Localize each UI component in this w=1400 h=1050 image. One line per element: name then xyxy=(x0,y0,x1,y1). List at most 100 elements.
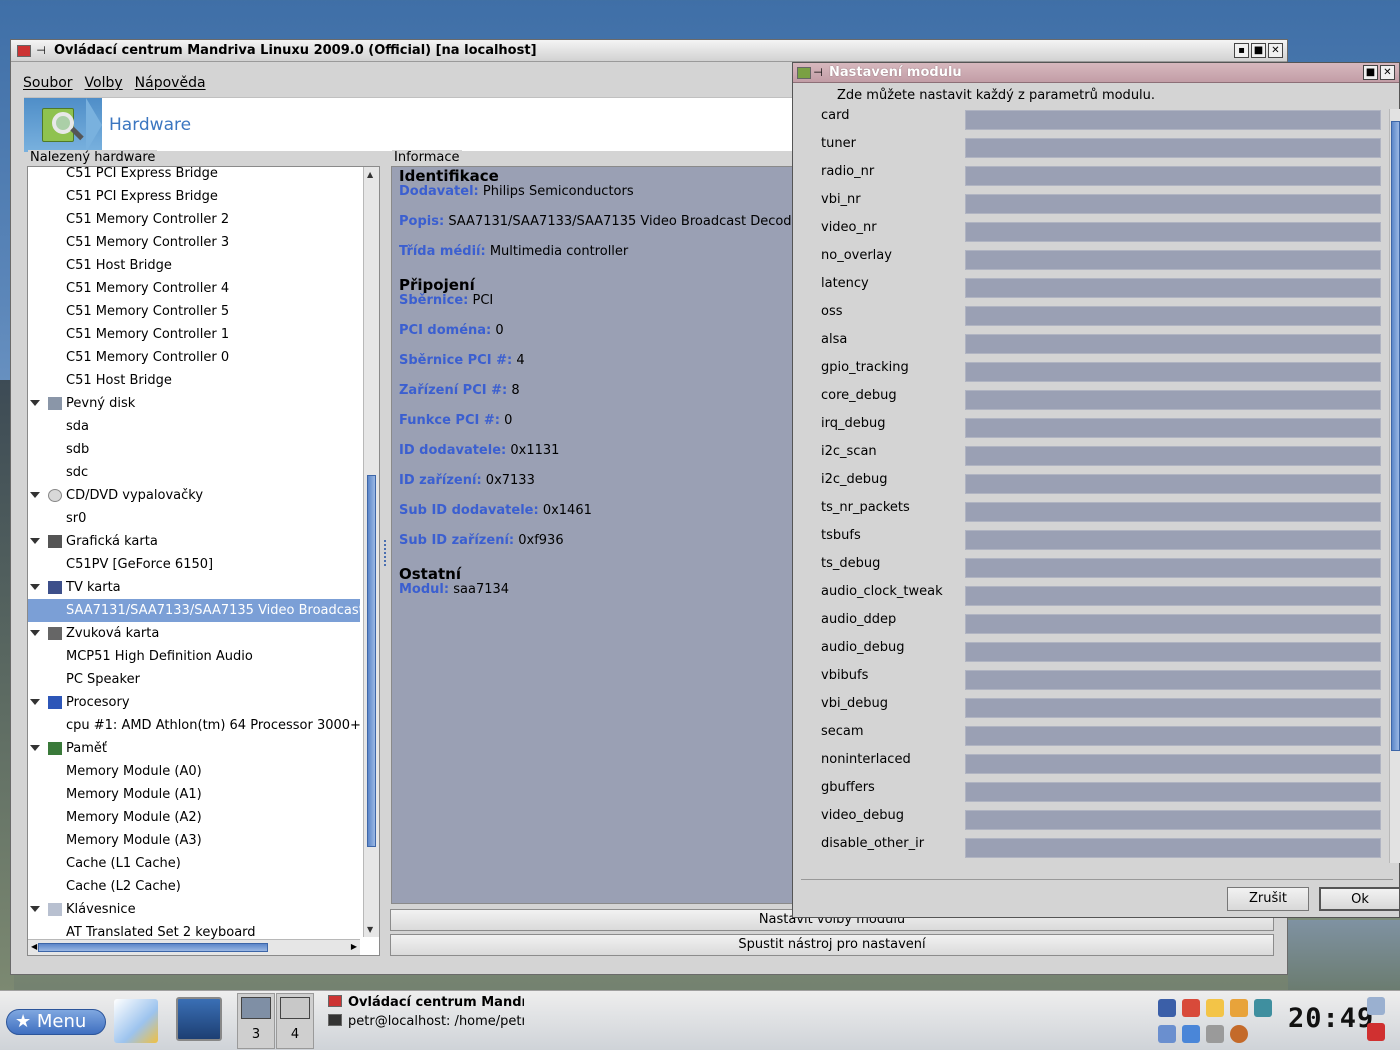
param-input-oss[interactable] xyxy=(965,306,1381,326)
close-button[interactable]: ✕ xyxy=(1268,43,1283,58)
scroll-down-arrow-icon[interactable]: ▼ xyxy=(367,925,373,934)
scroll-right-arrow-icon[interactable]: ▶ xyxy=(351,942,357,951)
app-menu-icon[interactable] xyxy=(17,44,31,57)
tree-item[interactable]: C51 Memory Controller 3 xyxy=(28,231,360,254)
tree-item[interactable]: C51 Memory Controller 1 xyxy=(28,323,360,346)
pane-splitter[interactable] xyxy=(384,540,388,566)
tree-item[interactable]: Cache (L2 Cache) xyxy=(28,875,360,898)
param-input-core_debug[interactable] xyxy=(965,390,1381,410)
start-menu-button[interactable]: ★ Menu xyxy=(6,1009,106,1035)
updates-tray-icon[interactable] xyxy=(1182,999,1200,1017)
expand-arrow-icon[interactable] xyxy=(30,906,40,912)
tree-item[interactable]: C51 PCI Express Bridge xyxy=(28,185,360,208)
tree-category[interactable]: TV karta xyxy=(28,576,360,599)
param-input-latency[interactable] xyxy=(965,278,1381,298)
dialog-pin-icon[interactable]: ⊣ xyxy=(811,66,825,79)
tree-vertical-scrollbar[interactable]: ▲ ▼ xyxy=(363,167,379,937)
tree-hscroll-thumb[interactable] xyxy=(38,943,268,952)
scroll-up-arrow-icon[interactable]: ▲ xyxy=(367,170,373,179)
scroll-left-arrow-icon[interactable]: ◀ xyxy=(31,942,37,951)
tree-scroll-thumb[interactable] xyxy=(367,475,376,847)
expand-arrow-icon[interactable] xyxy=(30,538,40,544)
tree-item[interactable]: C51 Memory Controller 5 xyxy=(28,300,360,323)
hardware-tree[interactable]: C51 PCI Express Bridge C51 PCI Express Br… xyxy=(27,166,380,956)
main-titlebar[interactable]: ⊣ Ovládací centrum Mandriva Linuxu 2009.… xyxy=(11,40,1287,62)
param-input-video_debug[interactable] xyxy=(965,810,1381,830)
notes-tray-icon[interactable] xyxy=(1206,999,1224,1017)
tree-category[interactable]: CD/DVD vypalovačky xyxy=(28,484,360,507)
param-input-radio_nr[interactable] xyxy=(965,166,1381,186)
coffee-tray-icon[interactable] xyxy=(1230,1025,1248,1043)
settings-tray-icon[interactable] xyxy=(1206,1025,1224,1043)
expand-arrow-icon[interactable] xyxy=(30,400,40,406)
control-center-launcher-icon[interactable] xyxy=(176,997,222,1041)
menu-volby[interactable]: Volby xyxy=(85,75,123,91)
expand-arrow-icon[interactable] xyxy=(30,492,40,498)
tree-item[interactable]: C51 Host Bridge xyxy=(28,369,360,392)
tree-item[interactable]: PC Speaker xyxy=(28,668,360,691)
tree-category[interactable]: Procesory xyxy=(28,691,360,714)
param-input-vbi_debug[interactable] xyxy=(965,698,1381,718)
tree-item[interactable]: Cache (L1 Cache) xyxy=(28,852,360,875)
param-input-audio_ddep[interactable] xyxy=(965,614,1381,634)
task-terminal[interactable]: petr@localhost: /home/petr xyxy=(328,1014,524,1029)
dialog-app-icon[interactable] xyxy=(797,66,811,79)
dialog-titlebar[interactable]: ⊣ Nastavení modulu ■ ✕ xyxy=(793,63,1399,83)
expand-arrow-icon[interactable] xyxy=(30,630,40,636)
tree-item[interactable]: sr0 xyxy=(28,507,360,530)
param-input-i2c_scan[interactable] xyxy=(965,446,1381,466)
tree-item[interactable]: C51 Host Bridge xyxy=(28,254,360,277)
tree-item[interactable]: sdb xyxy=(28,438,360,461)
dialog-close-button[interactable]: ✕ xyxy=(1380,65,1395,80)
clock[interactable]: 20:49 xyxy=(1288,1003,1374,1034)
tree-item[interactable]: C51 Memory Controller 0 xyxy=(28,346,360,369)
expand-arrow-icon[interactable] xyxy=(30,745,40,751)
param-input-irq_debug[interactable] xyxy=(965,418,1381,438)
lock-screen-icon[interactable] xyxy=(1367,997,1385,1015)
tray-app-icon[interactable] xyxy=(1230,999,1248,1017)
volume-tray-icon[interactable] xyxy=(1158,1025,1176,1043)
dialog-scroll-thumb[interactable] xyxy=(1391,121,1400,751)
logout-icon[interactable] xyxy=(1367,1023,1385,1041)
param-input-no_overlay[interactable] xyxy=(965,250,1381,270)
tree-item[interactable]: C51 PCI Express Bridge xyxy=(28,167,360,185)
param-input-video_nr[interactable] xyxy=(965,222,1381,242)
pin-icon[interactable]: ⊣ xyxy=(34,44,48,57)
param-input-ts_debug[interactable] xyxy=(965,558,1381,578)
maximize-button[interactable]: ■ xyxy=(1251,43,1266,58)
param-input-noninterlaced[interactable] xyxy=(965,754,1381,774)
tree-category[interactable]: Zvuková karta xyxy=(28,622,360,645)
menu-napoveda[interactable]: Nápověda xyxy=(135,75,206,91)
cancel-button[interactable]: Zrušit xyxy=(1227,887,1309,911)
tree-item[interactable]: C51 Memory Controller 4 xyxy=(28,277,360,300)
param-input-tuner[interactable] xyxy=(965,138,1381,158)
param-input-card[interactable] xyxy=(965,110,1381,130)
param-input-vbibufs[interactable] xyxy=(965,670,1381,690)
network-tray-icon[interactable] xyxy=(1158,999,1176,1017)
pager-desktop-4[interactable]: 4 xyxy=(276,993,314,1049)
tree-category[interactable]: Paměť xyxy=(28,737,360,760)
tree-item[interactable]: Memory Module (A0) xyxy=(28,760,360,783)
download-tray-icon[interactable] xyxy=(1182,1025,1200,1043)
param-input-vbi_nr[interactable] xyxy=(965,194,1381,214)
tree-category[interactable]: Pevný disk xyxy=(28,392,360,415)
param-input-audio_clock_tweak[interactable] xyxy=(965,586,1381,606)
tree-item[interactable]: MCP51 High Definition Audio xyxy=(28,645,360,668)
param-input-audio_debug[interactable] xyxy=(965,642,1381,662)
tree-item[interactable]: Memory Module (A2) xyxy=(28,806,360,829)
ok-button[interactable]: Ok xyxy=(1319,887,1400,911)
menu-soubor[interactable]: Soubor xyxy=(23,75,73,91)
param-input-alsa[interactable] xyxy=(965,334,1381,354)
tree-category[interactable]: Grafická karta xyxy=(28,530,360,553)
expand-arrow-icon[interactable] xyxy=(30,699,40,705)
desktop-launcher-icon[interactable] xyxy=(114,999,158,1043)
param-input-disable_other_ir[interactable] xyxy=(965,838,1381,858)
display-tray-icon[interactable] xyxy=(1254,999,1272,1017)
param-input-gpio_tracking[interactable] xyxy=(965,362,1381,382)
expand-arrow-icon[interactable] xyxy=(30,584,40,590)
param-input-gbuffers[interactable] xyxy=(965,782,1381,802)
minimize-button[interactable]: ▪ xyxy=(1234,43,1249,58)
tree-item[interactable]: sda xyxy=(28,415,360,438)
tree-item[interactable]: SAA7131/SAA7133/SAA7135 Video Broadcast … xyxy=(28,599,379,622)
run-config-tool-button[interactable]: Spustit nástroj pro nastavení xyxy=(390,934,1274,956)
